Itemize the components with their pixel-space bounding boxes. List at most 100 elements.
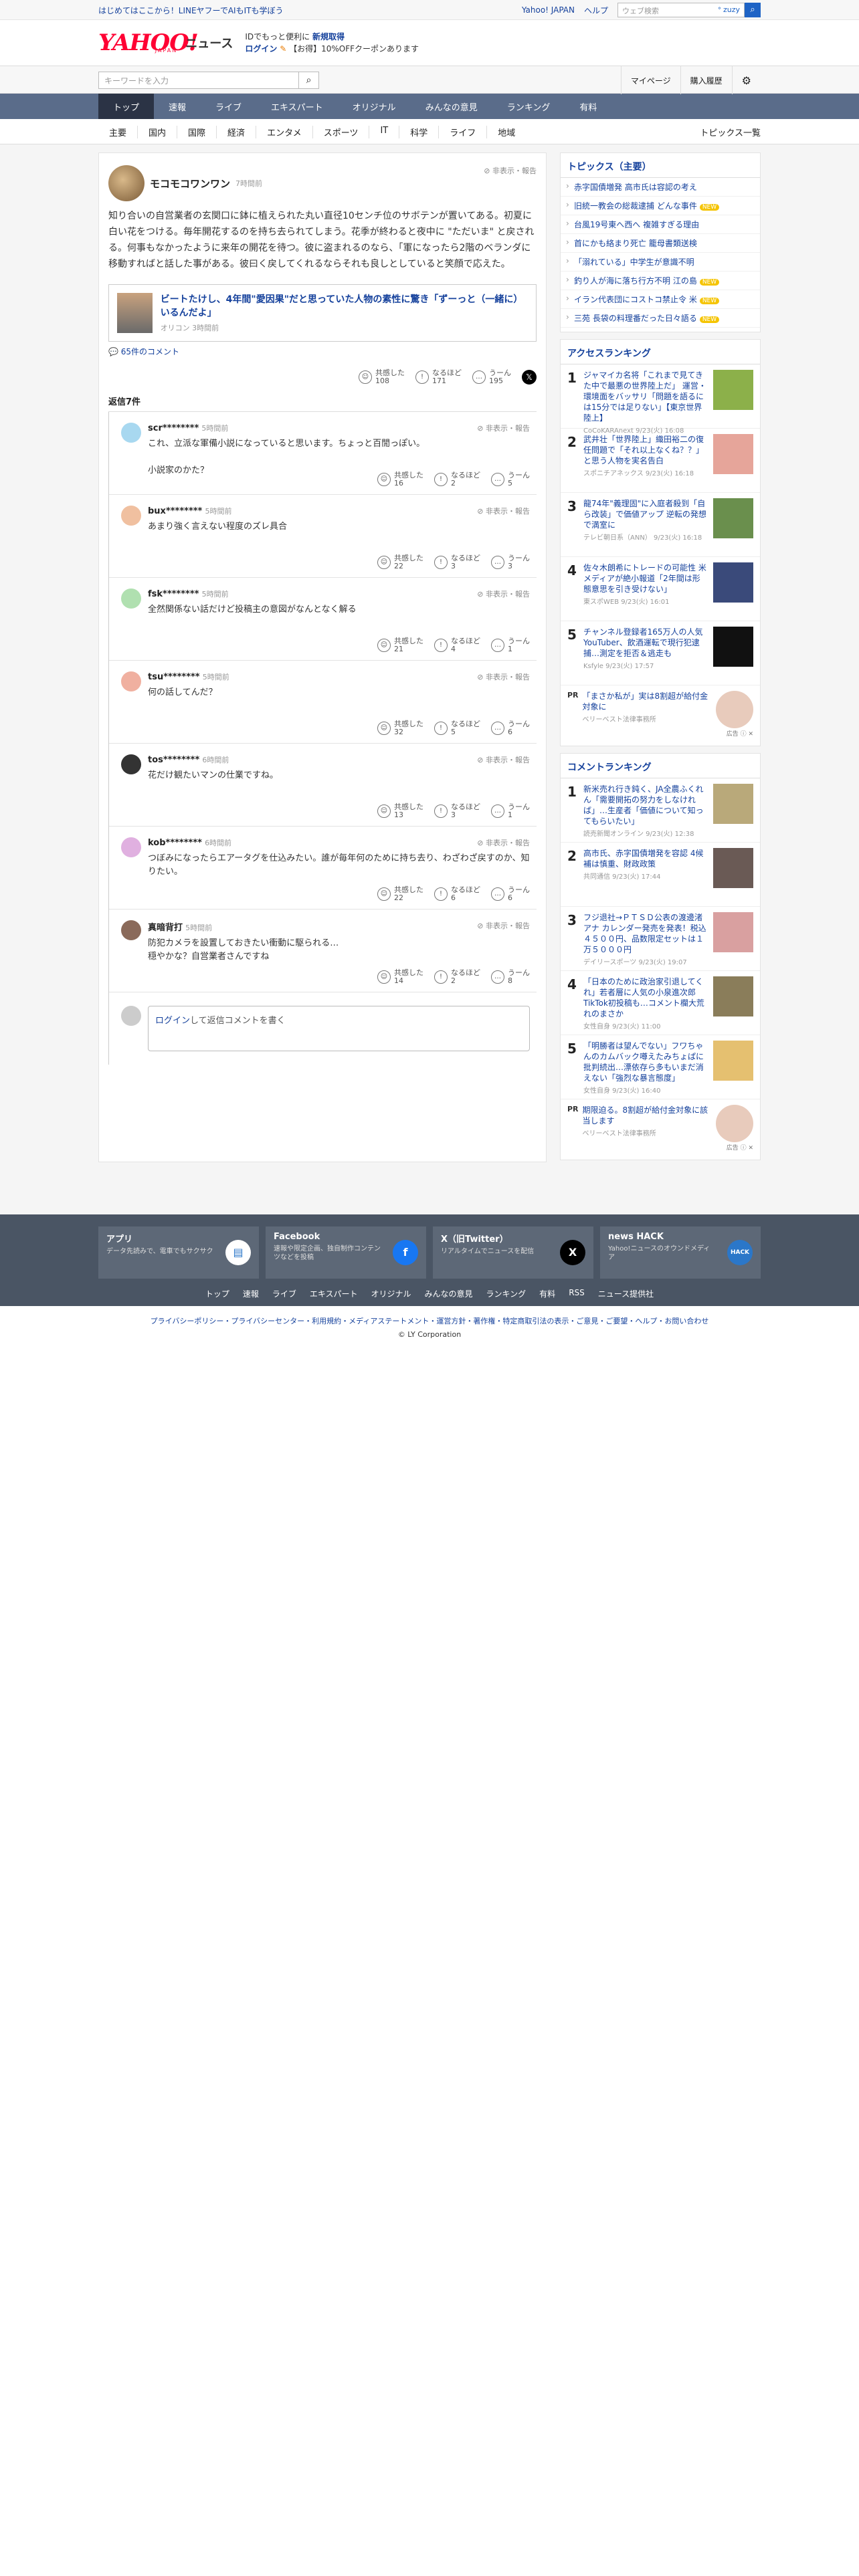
topics-list-link[interactable]: トピックス一覧 bbox=[700, 126, 761, 138]
category-entertainment[interactable]: エンタメ bbox=[256, 125, 313, 138]
comment-author[interactable]: モコモコワンワン bbox=[150, 177, 230, 191]
reaction-hmm[interactable]: … うーん 6 bbox=[491, 886, 530, 902]
category-domestic[interactable]: 国内 bbox=[138, 125, 178, 138]
yahoo-japan-link[interactable]: Yahoo! JAPAN bbox=[522, 5, 575, 15]
topic-item[interactable]: 「溺れている」中学生が意識不明 bbox=[561, 253, 760, 272]
reaction-insight[interactable]: ! なるほど 3 bbox=[434, 554, 480, 570]
reply-author[interactable]: scr******** bbox=[148, 423, 199, 433]
search-icon[interactable]: ⌕ bbox=[745, 3, 761, 17]
web-search[interactable]: ウェブ検索 ᐤ zuzy ⌕ bbox=[617, 3, 761, 17]
category-life[interactable]: ライフ bbox=[439, 125, 488, 138]
footer-link[interactable]: ニュース提供社 bbox=[598, 1288, 654, 1299]
reply-login-link[interactable]: ログイン bbox=[155, 1016, 190, 1026]
topic-item[interactable]: イラン代表団にコストコ禁止令 米NEW bbox=[561, 290, 760, 309]
reply-author[interactable]: fsk******** bbox=[148, 589, 199, 599]
tab-opinion[interactable]: みんなの意見 bbox=[411, 94, 492, 119]
reaction-empathy[interactable]: ☺ 共感した 21 bbox=[377, 637, 423, 653]
ranking-item[interactable]: 4 佐々木朗希にトレードの可能性 米メディアが絶小報道「2年間は形態意思を引き受… bbox=[561, 557, 760, 621]
avatar[interactable] bbox=[108, 165, 145, 201]
ranking-item[interactable]: 1 ジャマイカ名将「これまで見てきた中で最悪の世界陸上だ」 運営・環境面をバッサ… bbox=[561, 364, 760, 435]
report-link[interactable]: ⊘ 非表示・報告 bbox=[477, 920, 530, 931]
footer-link[interactable]: RSS bbox=[569, 1288, 585, 1299]
pr-ad[interactable]: PR 期限迫る。8割超が給付金対象に該当します ベリーベスト法律事務所 広告 ⓘ … bbox=[561, 1099, 760, 1156]
reaction-empathy[interactable]: ☺ 共感した 108 bbox=[359, 369, 405, 385]
ranking-item[interactable]: 5 「明勝者は望んでない」フワちゃんのカムバック噂えたみちょぱに批判続出…漂依存… bbox=[561, 1035, 760, 1099]
reaction-hmm[interactable]: … うーん 8 bbox=[491, 969, 530, 985]
reaction-insight[interactable]: ! なるほど 5 bbox=[434, 720, 480, 736]
app-promo[interactable]: X（旧Twitter） リアルタイムでニュースを配信 X bbox=[433, 1226, 593, 1279]
category-science[interactable]: 科学 bbox=[399, 125, 440, 138]
category-local[interactable]: 地域 bbox=[487, 126, 526, 138]
avatar[interactable] bbox=[121, 588, 141, 609]
tab-ranking[interactable]: ランキング bbox=[492, 94, 565, 119]
promo-link[interactable]: はじめてはここから！LINEヤフーでAIもITも学ぼう bbox=[98, 5, 283, 16]
topic-item[interactable]: 台風19号東へ西へ 複雑すぎる理由 bbox=[561, 215, 760, 234]
reply-author[interactable]: 真暗背打 bbox=[148, 923, 183, 933]
ranking-item[interactable]: 4 「日本のために政治家引退してくれ」若者層に人気の小泉進次郎 TikTok初投… bbox=[561, 971, 760, 1035]
reply-input[interactable]: ログインして返信コメントを書く bbox=[148, 1006, 530, 1051]
ranking-item[interactable]: 3 龍74年"義理固"に入庭者殺到「自ら改装」で価値アップ 逆転の発想で満室にテ… bbox=[561, 493, 760, 557]
reaction-hmm[interactable]: … うーん 6 bbox=[491, 720, 530, 736]
footer-link[interactable]: トップ bbox=[205, 1288, 229, 1299]
footer-link[interactable]: オリジナル bbox=[371, 1288, 411, 1299]
reaction-insight[interactable]: ! なるほど 2 bbox=[434, 969, 480, 985]
ad-label[interactable]: 広告 ⓘ ✕ bbox=[727, 729, 753, 738]
x-share-icon[interactable]: 𝕏 bbox=[522, 370, 537, 385]
register-link[interactable]: 新規取得 bbox=[312, 32, 345, 41]
footer-link[interactable]: みんなの意見 bbox=[425, 1288, 473, 1299]
category-economy[interactable]: 経済 bbox=[217, 125, 257, 138]
topic-item[interactable]: 三苑 長袋の料理番だった日々語るNEW bbox=[561, 309, 760, 328]
footer-link[interactable]: 速報 bbox=[243, 1288, 259, 1299]
category-it[interactable]: IT bbox=[369, 125, 400, 138]
ad-label[interactable]: 広告 ⓘ ✕ bbox=[727, 1143, 753, 1152]
reaction-empathy[interactable]: ☺ 共感した 22 bbox=[377, 554, 423, 570]
report-link[interactable]: ⊘ 非表示・報告 bbox=[477, 423, 530, 433]
footer-link[interactable]: 有料 bbox=[539, 1288, 555, 1299]
report-link[interactable]: ⊘ 非表示・報告 bbox=[477, 506, 530, 516]
report-link[interactable]: ⊘ 非表示・報告 bbox=[477, 671, 530, 682]
reaction-empathy[interactable]: ☺ 共感した 16 bbox=[377, 471, 423, 488]
topic-item[interactable]: 赤字国債増発 高市氏は容認の考え bbox=[561, 178, 760, 197]
app-promo[interactable]: Facebook 速報や限定企画、独自制作コンテンツなどを投稿 f bbox=[266, 1226, 426, 1279]
reaction-insight[interactable]: ! なるほど 171 bbox=[415, 369, 462, 385]
footer-link[interactable]: ランキング bbox=[486, 1288, 527, 1299]
ranking-item[interactable]: 2 高市氏、赤字国債増発を容認 4候補は慎重、財政政策 共同通信 9/23(火) … bbox=[561, 843, 760, 907]
reaction-insight[interactable]: ! なるほど 3 bbox=[434, 803, 480, 819]
search-icon[interactable]: ⌕ bbox=[299, 72, 319, 89]
ranking-item[interactable]: 2 武井壮「世界陸上」織田裕二の復任問題で「それ以上なくね？？」と思う人物を実名… bbox=[561, 429, 760, 493]
app-promo[interactable]: news HACK Yahoo!ニュースのオウンドメディア HACK bbox=[600, 1226, 761, 1279]
pr-ad[interactable]: PR 「まさか私が」実は8割超が給付金対象に ベリーベスト法律事務所 広告 ⓘ ✕ bbox=[561, 685, 760, 742]
reaction-hmm[interactable]: … うーん 1 bbox=[491, 637, 530, 653]
reply-author[interactable]: kob******** bbox=[148, 838, 202, 848]
topic-item[interactable]: 旧統一教会の総裁逮捕 どんな事件NEW bbox=[561, 197, 760, 215]
ranking-item[interactable]: 3 フジ退社→ＰＴＳＤ公表の渡邊渚アナ カレンダー発売を発表！税込４５００円、品… bbox=[561, 907, 760, 971]
reaction-empathy[interactable]: ☺ 共感した 32 bbox=[377, 720, 423, 736]
ranking-item[interactable]: 5 チャンネル登録者165万人の人気YouTuber、飲酒運転で現行犯逮捕…測定… bbox=[561, 621, 760, 685]
reaction-empathy[interactable]: ☺ 共感した 14 bbox=[377, 969, 423, 985]
article-title[interactable]: ビートたけし、4年間"愛因果"だと思っていた人物の素性に驚き「ずーっと（一緒に）… bbox=[161, 293, 528, 320]
app-promo[interactable]: アプリ データ先読みで、電車でもサクサク ▤ bbox=[98, 1226, 259, 1279]
category-sports[interactable]: スポーツ bbox=[313, 125, 370, 138]
tab-live[interactable]: ライブ bbox=[201, 94, 256, 119]
gear-icon[interactable]: ⚙ bbox=[731, 66, 761, 94]
avatar[interactable] bbox=[121, 754, 141, 774]
tab-expert[interactable]: エキスパート bbox=[256, 94, 338, 119]
reaction-hmm[interactable]: … うーん 5 bbox=[491, 471, 530, 488]
reply-author[interactable]: tsu******** bbox=[148, 672, 200, 682]
reaction-insight[interactable]: ! なるほど 4 bbox=[434, 637, 480, 653]
topic-item[interactable]: 釣り人が海に落ち行方不明 江の島NEW bbox=[561, 272, 760, 290]
login-link[interactable]: ログイン bbox=[245, 44, 277, 53]
reaction-hmm[interactable]: … うーん 195 bbox=[472, 369, 511, 385]
tab-paid[interactable]: 有料 bbox=[565, 94, 611, 119]
reaction-hmm[interactable]: … うーん 3 bbox=[491, 554, 530, 570]
report-link[interactable]: ⊘ 非表示・報告 bbox=[477, 588, 530, 599]
avatar[interactable] bbox=[121, 671, 141, 691]
related-article[interactable]: ビートたけし、4年間"愛因果"だと思っていた人物の素性に驚き「ずーっと（一緒に）… bbox=[108, 284, 537, 342]
reaction-hmm[interactable]: … うーん 1 bbox=[491, 803, 530, 819]
reply-author[interactable]: bux******** bbox=[148, 506, 202, 516]
tab-flash[interactable]: 速報 bbox=[154, 94, 201, 119]
yahoo-news-logo[interactable]: YAHOO! JAPAN ニュース bbox=[98, 29, 233, 56]
avatar[interactable] bbox=[121, 506, 141, 526]
topic-item[interactable]: 首にかも絡まり死亡 籠母書類送検 bbox=[561, 234, 760, 253]
report-link[interactable]: ⊘ 非表示・報告 bbox=[477, 837, 530, 848]
